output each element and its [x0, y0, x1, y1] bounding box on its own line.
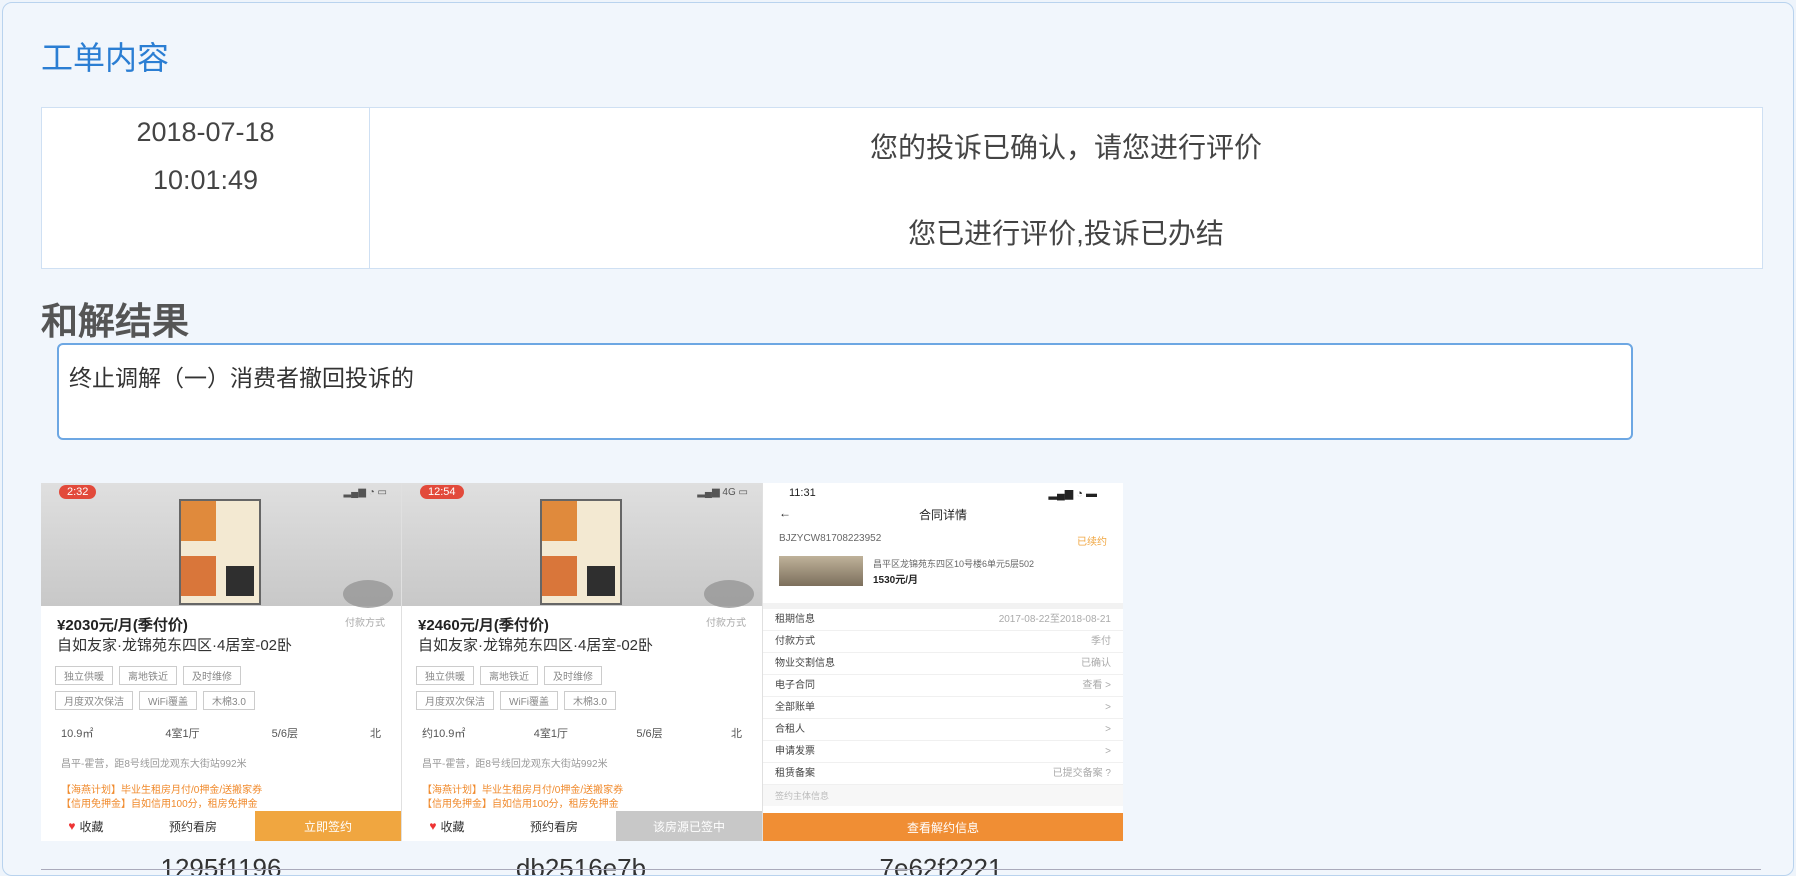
attachment-caption-3: 7e62f2221: [879, 853, 1003, 876]
listing-price: ¥2030元/月(季付价) 付款方式: [57, 617, 385, 634]
section-title-work-order: 工单内容: [41, 40, 170, 76]
contract-row: 租赁备案 已提交备案 ?: [763, 763, 1123, 785]
listing-specs: 约10.9㎡ 4室1厅 5/6层北: [422, 728, 742, 740]
book-viewing-button: 预约看房: [168, 819, 217, 834]
sign-button: 立即签约: [255, 811, 401, 841]
attachment-image-2[interactable]: 12:54 ▂▄▆ 4G ▭ ¥2460元/月(季付价) 付款方式 自如友家·龙锦…: [401, 483, 762, 841]
listing-name: 自如友家·龙锦苑东四区·4居室-02卧: [57, 637, 293, 654]
section-title-resolution: 和解结果: [41, 301, 189, 342]
tag: 月度双次保洁: [55, 691, 133, 710]
contract-row: 合租人 >: [763, 719, 1123, 741]
tag: 离地铁近: [480, 666, 538, 685]
contract-subheader: 签约主体信息: [763, 785, 1123, 806]
listing-address: 昌平-霍营，距8号线回龙观东大街站992米: [422, 759, 608, 770]
contract-row: 付款方式 季付: [763, 631, 1123, 653]
heart-icon: ♥: [429, 819, 437, 833]
listing-tags: 独立供暖 离地铁近 及时维修 月度双次保洁 WiFi覆盖 木棉3.0: [41, 657, 401, 713]
listing-action-bar: ♥ 收藏 预约看房 该房源已签中: [402, 811, 762, 841]
view-termination-button: 查看解约信息: [763, 813, 1123, 841]
work-order-time: 10:01:49: [152, 165, 259, 195]
contract-rows: 租期信息 2017-08-22至2018-08-21 付款方式 季付 物业交割信息已…: [763, 603, 1123, 785]
listing-specs: 10.9㎡ 4室1厅 5/6层北: [61, 728, 381, 740]
tag: 独立供暖: [416, 666, 474, 685]
contract-row: 申请发票 >: [763, 741, 1123, 763]
work-order-datetime: 2018-07-18 10:01:49: [42, 108, 370, 268]
floorplan-image: 2:32 ▂▄▆ ◔ ▭: [41, 483, 401, 608]
listing-price: ¥2460元/月(季付价) 付款方式: [418, 617, 746, 634]
signal-icon: ▂▄▆ 4G ▭: [697, 487, 748, 498]
listing-promos: 【海燕计划】毕业生租房月付/0押金/送搬家券 【信用免押金】自如信用100分，租房…: [422, 785, 624, 810]
work-order-table: 2018-07-18 10:01:49 您的投诉已确认，请您进行评价 您已进行评…: [41, 107, 1763, 269]
attachment-image-3[interactable]: 11:31 ▂▄▆ ◔ ▬ ← 合同详情 BJZYCW81708223952 已续约 …: [762, 483, 1123, 841]
book-viewing-button: 预约看房: [529, 819, 578, 834]
status-time: 12:54: [420, 485, 464, 499]
favorite-button: ♥ 收藏: [429, 819, 465, 834]
status-time: 2:32: [59, 485, 97, 499]
floorplan-icon: [179, 499, 261, 605]
attachment-captions: 1295f1196 db2516e7b 7e62f2221: [41, 853, 1121, 876]
floorplan-icon: [540, 499, 622, 605]
tag: 独立供暖: [55, 666, 113, 685]
work-order-date: 2018-07-18: [136, 117, 275, 147]
attachment-caption-1: 1295f1196: [160, 853, 282, 876]
listing-address: 昌平-霍营，距8号线回龙观东大街站992米: [61, 759, 247, 770]
attachment-caption-2: db2516e7b: [515, 853, 647, 876]
tag: 木棉3.0: [564, 691, 616, 710]
tag: 离地铁近: [119, 666, 177, 685]
floorplan-image: 12:54 ▂▄▆ 4G ▭: [402, 483, 762, 608]
tag: 及时维修: [183, 666, 241, 685]
contract-code: BJZYCW81708223952 已续约: [779, 533, 1107, 548]
attachment-gallery: 2:32 ▂▄▆ ◔ ▭ ¥2030元/月(季付价) 付款方式 自如友家·龙锦苑东…: [41, 483, 1123, 841]
divider: [41, 869, 1761, 870]
listing-name: 自如友家·龙锦苑东四区·4居室-02卧: [418, 637, 654, 654]
contract-row: 物业交割信息 已确认: [763, 653, 1123, 675]
house-thumbnail: [779, 556, 863, 586]
message-confirmed: 您的投诉已确认，请您进行评价: [869, 132, 1262, 163]
message-closed: 您已进行评价,投诉已办结: [908, 218, 1224, 249]
tag: WiFi覆盖: [500, 691, 558, 710]
resolution-textbox[interactable]: 终止调解（一）消费者撤回投诉的: [57, 343, 1633, 440]
chat-bubble-icon: [704, 580, 754, 608]
listing-tags: 独立供暖 离地铁近 及时维修 月度双次保洁 WiFi覆盖 木棉3.0: [402, 657, 762, 713]
attachment-image-1[interactable]: 2:32 ▂▄▆ ◔ ▭ ¥2030元/月(季付价) 付款方式 自如友家·龙锦苑东…: [41, 483, 401, 841]
contract-title: ← 合同详情: [779, 506, 967, 522]
contract-row: 全部账单 >: [763, 697, 1123, 719]
tag: 月度双次保洁: [416, 691, 494, 710]
signal-icon: ▂▄▆ ◔ ▭: [343, 487, 387, 498]
work-order-panel: 工单内容 2018-07-18 10:01:49 您的投诉已确认，请您进行评价 …: [2, 2, 1794, 876]
favorite-button: ♥ 收藏: [68, 819, 104, 834]
tag: WiFi覆盖: [139, 691, 197, 710]
contract-row: 租期信息 2017-08-22至2018-08-21: [763, 609, 1123, 631]
signal-icon: ▂▄▆ ◔ ▬: [1048, 488, 1097, 500]
sign-button: 该房源已签中: [616, 811, 762, 841]
contract-row: 电子合同 查看 >: [763, 675, 1123, 697]
heart-icon: ♥: [68, 819, 76, 833]
contract-house: 昌平区龙锦苑东四区10号楼6单元5层502 1530元/月: [763, 548, 1123, 589]
tag: 及时维修: [544, 666, 602, 685]
listing-action-bar: ♥ 收藏 预约看房 立即签约: [41, 811, 401, 841]
tag: 木棉3.0: [203, 691, 255, 710]
listing-promos: 【海燕计划】毕业生租房月付/0押金/送搬家券 【信用免押金】自如信用100分，租房…: [61, 785, 263, 810]
chat-bubble-icon: [343, 580, 393, 608]
status-bar: 11:31 ▂▄▆ ◔ ▬: [789, 487, 1097, 500]
work-order-messages: 您的投诉已确认，请您进行评价 您已进行评价,投诉已办结: [370, 108, 1762, 268]
back-arrow-icon: ←: [779, 506, 791, 520]
